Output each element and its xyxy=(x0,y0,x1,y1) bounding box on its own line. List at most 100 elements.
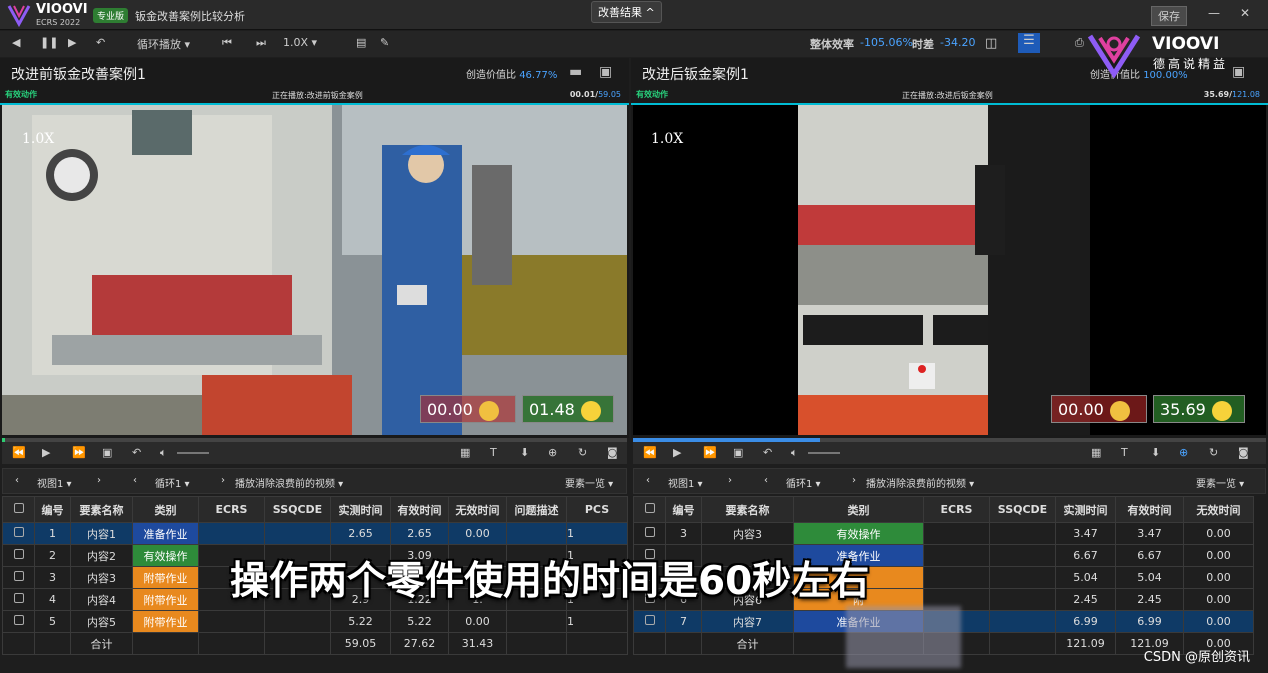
volume-slider[interactable] xyxy=(808,452,840,454)
cycle-next-icon[interactable]: › xyxy=(221,475,225,486)
undo-icon[interactable]: ↶ xyxy=(96,36,105,49)
total-spacer xyxy=(34,632,71,655)
frame-forward-icon[interactable]: ⏩ xyxy=(72,446,86,459)
left-now-playing: 正在播放:改进前钣金案例 xyxy=(272,91,363,100)
row-checkbox[interactable] xyxy=(2,566,35,589)
row-checkbox[interactable] xyxy=(2,544,35,567)
improvement-result-tab[interactable]: 改善结果 ^ xyxy=(591,1,662,23)
split-view-icon[interactable]: ◫ xyxy=(985,36,997,51)
total-row: 合计 59.05 27.62 31.43 xyxy=(2,632,628,655)
frame-forward-icon[interactable]: ⏩ xyxy=(703,446,717,459)
close-icon[interactable]: ✕ xyxy=(1240,6,1250,20)
cycle-select[interactable]: 循环1 ▾ xyxy=(786,475,821,490)
volume-slider[interactable] xyxy=(177,452,209,454)
select-all-checkbox[interactable] xyxy=(2,496,35,523)
nav-next-icon[interactable]: › xyxy=(728,475,732,486)
cycle-next-icon[interactable]: › xyxy=(852,475,856,486)
zoom-in-icon[interactable]: ⊕ xyxy=(1179,446,1188,459)
checkbox-icon[interactable] xyxy=(13,549,24,559)
checkbox-icon[interactable] xyxy=(644,527,655,537)
speed-select[interactable]: 1.0X ▾ xyxy=(283,36,317,49)
text-icon[interactable]: T xyxy=(490,446,497,459)
checkbox-icon[interactable] xyxy=(13,571,24,581)
download-icon[interactable]: ⬇ xyxy=(520,446,529,459)
folder-icon[interactable]: ▬ xyxy=(569,64,582,80)
ssqcde-cell xyxy=(989,522,1056,545)
brand-name: VIOOVI ECRS 2022 xyxy=(36,2,88,27)
cycle-prev-icon[interactable]: ‹ xyxy=(764,475,768,486)
table-row[interactable]: 3 内容3 有效操作 3.47 3.47 0.00 xyxy=(633,522,1254,545)
skip-back-icon[interactable]: ⏮ xyxy=(222,36,232,50)
element-list-button[interactable]: 要素一览 ▾ xyxy=(1196,475,1244,490)
checkbox-icon[interactable] xyxy=(644,503,655,513)
text-icon[interactable]: T xyxy=(1121,446,1128,459)
table-row[interactable]: 1 内容1 准备作业 2.65 2.65 0.00 1 xyxy=(2,522,628,545)
media-icon[interactable]: ▣ xyxy=(599,64,612,80)
right-pane-title: 改进后钣金案例1 xyxy=(642,67,749,83)
camera-icon[interactable]: ◙ xyxy=(1238,446,1249,459)
stack-view-icon[interactable]: ☰ xyxy=(1018,33,1040,53)
total-spacer xyxy=(665,632,702,655)
minimize-icon[interactable]: — xyxy=(1208,6,1220,20)
download-icon[interactable]: ⬇ xyxy=(1151,446,1160,459)
checkbox-icon[interactable] xyxy=(13,615,24,625)
file-icon[interactable]: ▦ xyxy=(460,446,470,459)
prev-icon[interactable]: ◀ xyxy=(12,36,20,49)
file-icon[interactable]: ▦ xyxy=(1091,446,1101,459)
screen-icon[interactable]: ▣ xyxy=(733,446,743,459)
right-waste-timer: 00.00 xyxy=(1051,395,1147,423)
cycle-prev-icon[interactable]: ‹ xyxy=(133,475,137,486)
skip-forward-icon[interactable]: ⏭ xyxy=(256,36,266,50)
document-title: 钣金改善案例比较分析 xyxy=(135,10,245,23)
frame-back-icon[interactable]: ⏪ xyxy=(12,446,26,459)
frame-back-icon[interactable]: ⏪ xyxy=(643,446,657,459)
row-checkbox[interactable] xyxy=(2,610,35,633)
view-select[interactable]: 视图1 ▾ xyxy=(668,475,703,490)
print-icon[interactable]: ⎙ xyxy=(1075,36,1084,50)
checkbox-icon[interactable] xyxy=(13,593,24,603)
table-row[interactable]: 5 内容5 附带作业 5.22 5.22 0.00 1 xyxy=(2,610,628,633)
screen-icon[interactable]: ▣ xyxy=(102,446,112,459)
select-all-checkbox[interactable] xyxy=(633,496,666,523)
play-mode-select[interactable]: 播放消除浪费前的视频 ▾ xyxy=(866,475,974,490)
row-checkbox[interactable] xyxy=(633,522,666,545)
comment-icon[interactable]: ▤ xyxy=(356,36,366,49)
loop-mode-select[interactable]: 循环播放 ▾ xyxy=(137,36,190,52)
play-mode-select[interactable]: 播放消除浪费前的视频 ▾ xyxy=(235,475,343,490)
refresh-icon[interactable]: ↻ xyxy=(578,446,587,459)
nav-next-icon[interactable]: › xyxy=(97,475,101,486)
element-name: 内容7 xyxy=(701,610,794,633)
volume-icon[interactable]: 🔈︎ xyxy=(160,446,167,460)
category-cell: 有效操作 xyxy=(793,522,924,545)
view-select[interactable]: 视图1 ▾ xyxy=(37,475,72,490)
row-checkbox[interactable] xyxy=(633,610,666,633)
pause-icon[interactable]: ❚❚ xyxy=(40,36,58,49)
row-checkbox[interactable] xyxy=(2,522,35,545)
nav-prev-icon[interactable]: ‹ xyxy=(646,475,650,486)
right-media-icon[interactable]: ▣ xyxy=(1232,64,1245,80)
checkbox-icon[interactable] xyxy=(13,527,24,537)
play-icon[interactable]: ▶ xyxy=(673,446,681,459)
row-checkbox[interactable] xyxy=(2,588,35,611)
undo-icon[interactable]: ↶ xyxy=(132,446,141,459)
undo-icon[interactable]: ↶ xyxy=(763,446,772,459)
right-speed-overlay: 1.0X xyxy=(651,131,684,147)
play-icon[interactable]: ▶ xyxy=(42,446,50,459)
nav-prev-icon[interactable]: ‹ xyxy=(15,475,19,486)
left-video-frame[interactable]: 1.0X 00.00 01.48 xyxy=(2,105,627,435)
pen-icon[interactable]: ✎ xyxy=(380,36,389,49)
volume-icon[interactable]: 🔈︎ xyxy=(791,446,798,460)
element-list-button[interactable]: 要素一览 ▾ xyxy=(565,475,613,490)
left-speed-overlay: 1.0X xyxy=(22,131,55,147)
save-button[interactable]: 保存 xyxy=(1151,6,1187,26)
cycle-select[interactable]: 循环1 ▾ xyxy=(155,475,190,490)
checkbox-icon[interactable] xyxy=(644,615,655,625)
refresh-icon[interactable]: ↻ xyxy=(1209,446,1218,459)
column-header: PCS xyxy=(566,496,628,523)
effective-time: 3.47 xyxy=(1115,522,1184,545)
play-icon[interactable]: ▶ xyxy=(68,36,76,49)
checkbox-icon[interactable] xyxy=(13,503,24,513)
zoom-in-icon[interactable]: ⊕ xyxy=(548,446,557,459)
right-video-frame[interactable]: 1.0X 00.00 35.69 xyxy=(633,105,1266,435)
camera-icon[interactable]: ◙ xyxy=(607,446,618,459)
